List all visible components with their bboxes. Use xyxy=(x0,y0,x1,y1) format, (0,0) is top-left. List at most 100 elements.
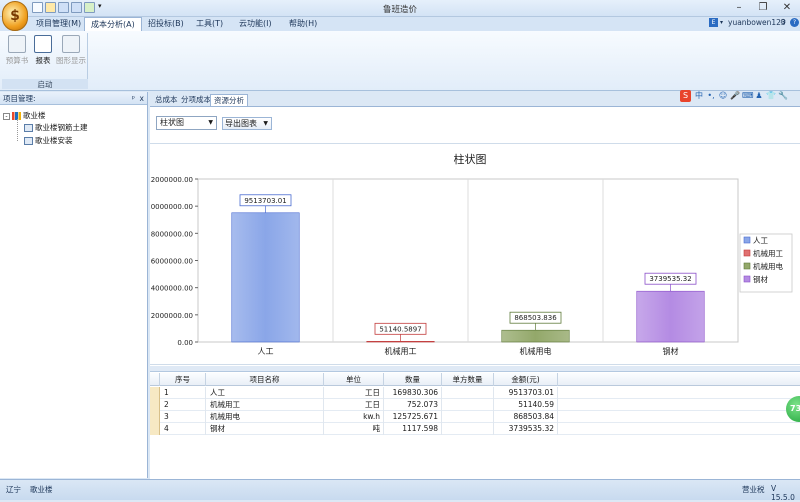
user-icon[interactable]: E xyxy=(709,18,718,27)
settings-icon[interactable]: ⚙ xyxy=(780,18,786,26)
cell-amount: 868503.84 xyxy=(494,411,558,423)
menu-cost-analysis[interactable]: 成本分析(A) xyxy=(84,17,142,32)
y-tick-label: 6000000.00 xyxy=(151,258,193,266)
table-row[interactable]: 1 人工 工日 169830.306 9513703.01 xyxy=(150,387,800,399)
status-version: V 15.5.0 xyxy=(771,484,795,502)
splitter[interactable] xyxy=(150,366,800,372)
export-chart-button[interactable]: 导出图表 ▼ xyxy=(222,117,272,130)
menu-project[interactable]: 项目管理(M) xyxy=(30,17,87,31)
user-name[interactable]: yuanbowen123 xyxy=(728,18,786,27)
table-header: 序号 项目名称 单位 数量 单方数量 金额(元) xyxy=(150,373,800,386)
sogou-icon[interactable]: S xyxy=(680,90,691,102)
app-logo-icon[interactable]: $ xyxy=(2,1,28,31)
row-marker[interactable] xyxy=(150,387,160,399)
user-dropdown-icon[interactable]: ▾ xyxy=(720,19,723,26)
x-tick-label: 钢材 xyxy=(663,346,679,356)
col-header-seq[interactable]: 序号 xyxy=(160,373,206,386)
col-header-qty[interactable]: 数量 xyxy=(384,373,442,386)
tab-item-cost[interactable]: 分项成本 xyxy=(178,94,214,106)
col-header-unit[interactable]: 单位 xyxy=(324,373,384,386)
cell-qty: 169830.306 xyxy=(384,387,442,399)
y-tick-label: 12000000.00 xyxy=(150,176,193,184)
col-header-unit-qty[interactable]: 单方数量 xyxy=(442,373,494,386)
legend-swatch xyxy=(743,236,751,244)
bar-4 xyxy=(636,290,705,343)
row-marker[interactable] xyxy=(150,423,160,435)
tree-node-root[interactable]: - 歌业楼 xyxy=(3,110,46,121)
col-header-amount[interactable]: 金额(元) xyxy=(494,373,558,386)
cell-name: 机械用工 xyxy=(206,399,324,411)
table-row[interactable]: 2 机械用工 工日 752.073 51140.59 xyxy=(150,399,800,411)
row-marker[interactable] xyxy=(150,411,160,423)
table-row[interactable]: 4 钢材吨 1117.598 3739535.32 xyxy=(150,423,800,435)
status-bar: 辽宁 歌业楼 营业税 V 15.5.0 xyxy=(0,479,800,502)
chinese-mode-icon[interactable]: 中 xyxy=(694,90,704,102)
user-figure-icon[interactable]: ♟ xyxy=(754,90,764,102)
skin-icon[interactable]: 👕 xyxy=(766,90,776,102)
x-tick-label: 人工 xyxy=(258,347,274,356)
help-icon[interactable]: ? xyxy=(790,18,799,27)
report-button[interactable]: 报表 xyxy=(30,34,56,74)
graphic-display-label: 图形显示 xyxy=(56,56,86,65)
cell-seq: 3 xyxy=(160,411,206,423)
tree-node-install[interactable]: 歌业楼安装 xyxy=(24,135,73,146)
cell-seq: 2 xyxy=(160,399,206,411)
unit-project-icon xyxy=(24,137,33,145)
menu-bidding[interactable]: 招投标(B) xyxy=(142,17,190,31)
chart-type-select[interactable]: 柱状图 ▼ xyxy=(156,116,217,130)
cell-unit-qty xyxy=(442,387,494,399)
chart-area: 柱状图 0.00 2000000.00 4000000.00 6000000.00 80… xyxy=(146,143,800,365)
restore-icon[interactable]: ❐ xyxy=(751,1,775,15)
cell-qty: 1117.598 xyxy=(384,423,442,435)
cell-amount: 9513703.01 xyxy=(494,387,558,399)
legend-swatch xyxy=(743,249,751,257)
tab-total-cost[interactable]: 总成本 xyxy=(152,94,181,106)
menu-help[interactable]: 帮助(H) xyxy=(283,17,323,31)
budget-book-label: 预算书 xyxy=(5,56,29,65)
panel-close-icon[interactable]: x xyxy=(140,92,144,105)
ribbon-group-label: 启动 xyxy=(2,79,88,89)
close-icon[interactable]: ✕ xyxy=(775,1,799,15)
data-label: 868503.836 xyxy=(514,314,557,322)
cell-seq: 4 xyxy=(160,423,206,435)
graphic-display-button[interactable]: 图形显示 xyxy=(56,34,86,74)
keyboard-icon[interactable]: ⌨ xyxy=(742,90,754,102)
data-label: 9513703.01 xyxy=(244,197,286,205)
bar-chart: 柱状图 0.00 2000000.00 4000000.00 6000000.00 80… xyxy=(146,152,793,356)
title-bar: ▾ 鲁班造价 – ❐ ✕ xyxy=(0,0,800,17)
status-project: 歌业楼 xyxy=(30,485,53,494)
menu-cloud[interactable]: 云功能(I) xyxy=(233,17,278,31)
cell-unit-qty xyxy=(442,399,494,411)
data-label: 3739535.32 xyxy=(649,275,691,283)
window-title: 鲁班造价 xyxy=(382,5,417,15)
tree-node-civil[interactable]: 歌业楼钢筋土建 xyxy=(24,122,88,133)
table-row[interactable]: 3 机械用电 kw.h 125725.671 868503.84 xyxy=(150,411,800,423)
budget-book-button[interactable]: 预算书 xyxy=(4,34,30,74)
punctuation-icon[interactable]: •, xyxy=(706,90,716,102)
menu-tools[interactable]: 工具(T) xyxy=(190,17,229,31)
project-panel-title: 项目管理: xyxy=(3,94,36,103)
minimize-icon[interactable]: – xyxy=(727,1,751,15)
export-chart-label: 导出图表 xyxy=(225,119,257,128)
legend-label: 机械用电 xyxy=(753,261,783,271)
project-panel: 项目管理: ᵖ x - 歌业楼 歌业楼钢筋土建 歌业楼安装 xyxy=(0,92,148,478)
emoji-icon[interactable]: ☺ xyxy=(718,90,728,102)
cell-amount: 3739535.32 xyxy=(494,423,558,435)
tools-icon[interactable]: 🔧 xyxy=(778,90,788,102)
y-tick-label: 10000000.00 xyxy=(150,203,193,211)
col-header-name[interactable]: 项目名称 xyxy=(206,373,324,386)
cell-name: 人工 xyxy=(206,387,324,399)
pin-icon[interactable]: ᵖ xyxy=(132,92,135,105)
row-marker[interactable] xyxy=(150,399,160,411)
report-icon xyxy=(34,35,52,53)
legend-label: 钢材 xyxy=(753,274,768,284)
collapse-icon[interactable]: - xyxy=(3,112,10,120)
y-tick-label: 0.00 xyxy=(177,339,193,347)
menu-bar: 项目管理(M) 成本分析(A) 招投标(B) 工具(T) 云功能(I) 帮助(H… xyxy=(0,17,800,32)
cell-name: 钢材 xyxy=(206,423,324,435)
microphone-icon[interactable]: 🎤 xyxy=(730,90,740,102)
cell-qty: 125725.671 xyxy=(384,411,442,423)
bar-3 xyxy=(501,329,570,343)
cell-unit: kw.h xyxy=(324,411,384,423)
chevron-down-icon: ▼ xyxy=(208,119,213,126)
